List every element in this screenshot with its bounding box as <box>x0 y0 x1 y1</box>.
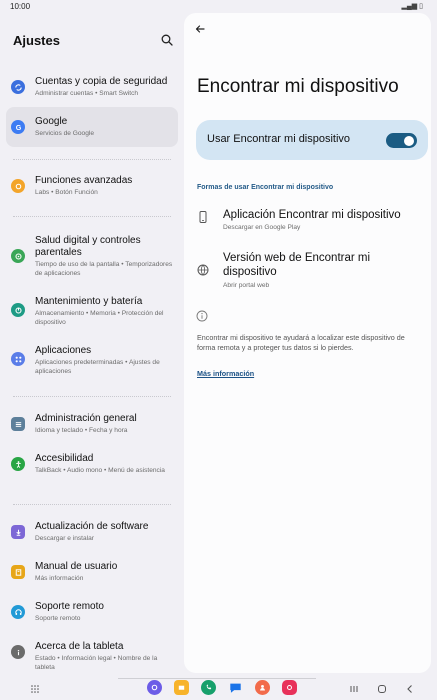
option-app[interactable]: Aplicación Encontrar mi dispositivo Desc… <box>196 207 426 237</box>
settings-item-title: Salud digital y controles parentales <box>35 235 141 258</box>
bixby-icon[interactable] <box>147 680 162 695</box>
toggle-switch[interactable] <box>386 133 417 148</box>
sliders-icon <box>11 417 25 431</box>
headset-icon <box>11 605 25 619</box>
detail-panel: Encontrar mi dispositivo Usar Encontrar … <box>184 13 431 673</box>
more-info-link[interactable]: Más información <box>197 369 254 378</box>
settings-item-subtitle: Descargar e instalar <box>35 535 95 542</box>
divider <box>13 159 171 160</box>
settings-list-panel: Ajustes Cuentas y copia de seguridad Adm… <box>0 14 184 674</box>
home-button[interactable] <box>376 683 388 695</box>
star-gear-icon <box>11 179 25 193</box>
camera-icon[interactable] <box>282 680 297 695</box>
settings-item-device-care[interactable]: Mantenimiento y batería Almacenamiento •… <box>6 294 178 330</box>
use-find-my-device-toggle-row[interactable]: Usar Encontrar mi dispositivo <box>196 120 428 160</box>
option-title: Aplicación Encontrar mi dispositivo <box>223 209 401 221</box>
accessibility-icon <box>11 457 25 471</box>
divider <box>13 396 171 397</box>
settings-item-accounts[interactable]: Cuentas y copia de seguridad Administrar… <box>6 74 178 104</box>
battery-care-icon <box>11 303 25 317</box>
settings-item-apps[interactable]: Aplicaciones Aplicaciones predeterminada… <box>6 343 178 379</box>
settings-item-subtitle: Estado • Información legal • Nombre de l… <box>35 655 158 671</box>
option-subtitle: Abrir portal web <box>223 282 270 289</box>
settings-item-advanced-features[interactable]: Funciones avanzadas Labs • Botón Función <box>6 173 178 203</box>
messages-icon[interactable] <box>228 680 243 695</box>
software-update-icon <box>11 525 25 539</box>
settings-item-subtitle: Tiempo de uso de la pantalla • Temporiza… <box>35 261 173 277</box>
settings-item-title: Actualización de software <box>35 521 149 532</box>
phone-call-icon[interactable] <box>201 680 216 695</box>
option-web[interactable]: Versión web de Encontrar mi dispositivo … <box>196 251 426 293</box>
settings-item-title: Google <box>35 116 68 127</box>
apps-grid-icon <box>11 352 25 366</box>
recent-apps-button[interactable] <box>348 683 360 695</box>
svg-text:G: G <box>15 123 21 132</box>
toggle-knob <box>404 135 414 146</box>
search-icon <box>161 34 173 46</box>
divider <box>13 504 171 505</box>
settings-item-title: Cuentas y copia de seguridad <box>35 76 168 87</box>
settings-item-subtitle: Servicios de Google <box>35 130 95 137</box>
settings-item-user-manual[interactable]: Manual de usuario Más información <box>6 559 178 587</box>
settings-item-accessibility[interactable]: Accesibilidad TalkBack • Audio mono • Me… <box>6 451 178 487</box>
settings-item-subtitle: Idioma y teclado • Fecha y hora <box>35 427 128 434</box>
info-icon <box>196 310 208 322</box>
section-header: Formas de usar Encontrar mi dispositivo <box>197 184 334 191</box>
settings-item-subtitle: Aplicaciones predeterminadas • Ajustes d… <box>35 359 160 375</box>
app-drawer-icon[interactable] <box>30 684 40 694</box>
settings-item-software-update[interactable]: Actualización de software Descargar e in… <box>6 519 178 547</box>
dock-divider <box>118 678 316 679</box>
search-button[interactable] <box>160 33 174 47</box>
contacts-icon[interactable] <box>255 680 270 695</box>
settings-item-title: Administración general <box>35 413 137 424</box>
navigation-bar <box>0 678 437 700</box>
settings-item-title: Manual de usuario <box>35 561 118 572</box>
folder-icon[interactable] <box>174 680 189 695</box>
phone-icon <box>199 211 207 223</box>
divider <box>13 216 171 217</box>
sync-icon <box>11 80 25 94</box>
back-button[interactable] <box>193 22 207 36</box>
settings-item-title: Aplicaciones <box>35 345 92 356</box>
settings-item-subtitle: TalkBack • Audio mono • Menú de asistenc… <box>35 467 165 474</box>
page-title: Ajustes <box>13 33 60 48</box>
settings-item-title: Accesibilidad <box>35 453 94 464</box>
globe-icon <box>197 264 209 276</box>
settings-item-google[interactable]: G Google Servicios de Google <box>6 107 178 147</box>
settings-item-title: Funciones avanzadas <box>35 175 133 186</box>
settings-item-subtitle: Soporte remoto <box>35 615 81 622</box>
settings-item-general-management[interactable]: Administración general Idioma y teclado … <box>6 411 178 439</box>
settings-item-digital-wellbeing[interactable]: Salud digital y controles parentales Tie… <box>6 233 178 277</box>
info-description: Encontrar mi dispositivo te ayudará a lo… <box>197 333 405 352</box>
detail-title: Encontrar mi dispositivo <box>197 76 399 97</box>
settings-item-about-tablet[interactable]: Acerca de la tableta Estado • Informació… <box>6 639 178 675</box>
signal-battery-icon: ▂▄▆ ▯ <box>401 3 423 10</box>
back-nav-button[interactable] <box>404 683 416 695</box>
status-time: 10:00 <box>10 2 31 11</box>
settings-item-subtitle: Almacenamiento • Memoria • Protección de… <box>35 310 164 326</box>
settings-item-title: Mantenimiento y batería <box>35 296 143 307</box>
google-icon: G <box>11 120 25 134</box>
info-circle-icon <box>11 645 25 659</box>
option-title: Versión web de Encontrar mi dispositivo <box>223 252 371 278</box>
settings-item-title: Soporte remoto <box>35 601 104 612</box>
settings-item-subtitle: Labs • Botón Función <box>35 189 98 196</box>
manual-icon <box>11 565 25 579</box>
status-bar: 10:00 ▂▄▆ ▯ <box>0 0 437 14</box>
option-subtitle: Descargar en Google Play <box>223 224 301 231</box>
settings-item-subtitle: Administrar cuentas • Smart Switch <box>35 90 139 97</box>
settings-item-remote-support[interactable]: Soporte remoto Soporte remoto <box>6 599 178 627</box>
back-arrow-icon <box>195 25 205 33</box>
settings-item-title: Acerca de la tableta <box>35 641 124 652</box>
toggle-label: Usar Encontrar mi dispositivo <box>207 133 351 145</box>
digital-wellbeing-icon <box>11 249 25 263</box>
settings-item-subtitle: Más información <box>35 575 84 582</box>
